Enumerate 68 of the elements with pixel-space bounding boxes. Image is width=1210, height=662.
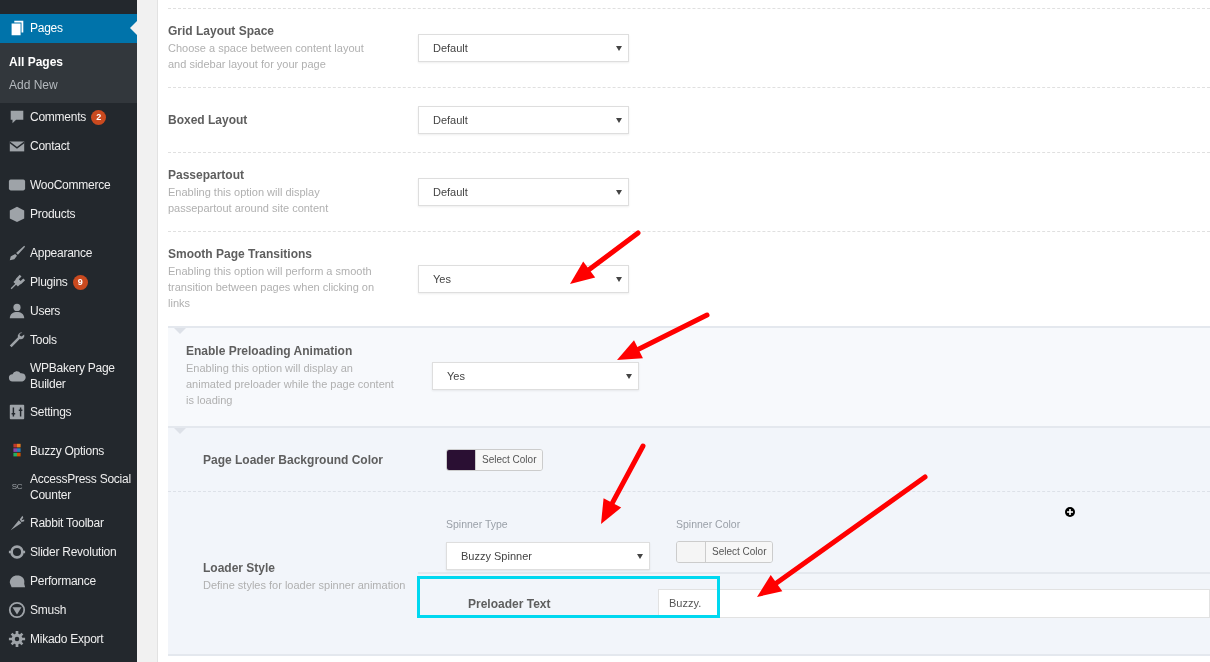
select-field[interactable]: Yes <box>432 362 639 390</box>
option-description: Enabling this option will display passepartout around site content <box>168 185 330 216</box>
blob-icon <box>8 572 26 590</box>
sidebar-item[interactable]: Tools <box>0 326 137 355</box>
cube-icon <box>8 205 26 223</box>
select-field[interactable]: Buzzy Spinner <box>446 542 650 570</box>
option-description: Enabling this option will display an animated preloader while the page content is loading <box>186 361 395 408</box>
field-label: Spinner Color <box>676 518 742 532</box>
plug-icon <box>8 273 26 291</box>
sidebar-item[interactable]: Smush <box>0 596 137 625</box>
triangle-circle-icon <box>8 601 26 619</box>
caret-icon <box>616 117 622 123</box>
select-color-button[interactable]: Select Color <box>706 542 773 562</box>
option-description: Choose a space between content layout and sidebar layout for your page <box>168 41 365 72</box>
field-label: Spinner Type <box>446 518 509 532</box>
count-badge: 2 <box>91 109 106 125</box>
sidebar-item[interactable]: Pages <box>0 14 137 43</box>
user-icon <box>8 302 26 320</box>
sidebar-item[interactable]: WPBakery Page Builder <box>0 355 137 398</box>
option-label: Enable Preloading Animation <box>186 344 354 358</box>
select-field[interactable]: Default <box>418 178 629 206</box>
cursor-icon <box>1065 507 1075 517</box>
badge-icon: SC <box>8 479 26 495</box>
caret-icon <box>616 189 622 195</box>
sidebar-item[interactable]: Comments 2 <box>0 103 137 132</box>
sidebar-item[interactable]: Mikado Export <box>0 625 137 654</box>
submenu-item[interactable]: Add New <box>0 73 137 96</box>
sidebar-item[interactable]: Appearance <box>0 239 137 268</box>
select-color-button[interactable]: Select Color <box>476 449 543 470</box>
sidebar-item[interactable]: Performance <box>0 567 137 596</box>
sidebar-item[interactable]: WooCommerce <box>0 171 137 200</box>
option-description: Enabling this option will perform a smooth transition between pages when clicking on links <box>168 264 376 311</box>
caret-icon <box>626 373 632 379</box>
count-badge: 9 <box>72 274 88 290</box>
sidebar-item[interactable]: Settings <box>0 398 137 427</box>
color-picker[interactable]: Select Color <box>446 448 544 471</box>
caret-icon <box>616 45 622 51</box>
caret-icon <box>637 553 643 559</box>
sidebar-item[interactable]: Contact <box>0 132 137 161</box>
option-label: Smooth Page Transitions <box>168 247 314 261</box>
color-swatch <box>677 542 706 562</box>
brush-icon <box>8 244 26 262</box>
text-field[interactable]: Buzzy. <box>658 589 1210 618</box>
select-field[interactable]: Yes <box>418 265 629 293</box>
submenu-item[interactable]: All Pages <box>0 50 137 73</box>
sidebar-item[interactable]: Plugins 9 <box>0 268 137 297</box>
sidebar-item[interactable]: Slider Revolution <box>0 538 137 567</box>
sidebar-item[interactable]: Products <box>0 200 137 229</box>
annotation-arrow <box>570 230 641 284</box>
option-label: Boxed Layout <box>168 113 249 127</box>
option-label: Passepartout <box>168 168 246 182</box>
color-picker[interactable]: Select Color <box>676 541 774 563</box>
option-label: Preloader Text <box>468 596 552 611</box>
option-label: Page Loader Background Color <box>203 452 385 467</box>
option-label: Grid Layout Space <box>168 24 276 38</box>
sidebar-item[interactable]: Buzzy Options <box>0 437 137 466</box>
select-field[interactable]: Default <box>418 34 629 62</box>
sidebar-item[interactable]: Users <box>0 297 137 326</box>
option-description: Define styles for loader spinner animation <box>203 578 407 593</box>
sidebar-item[interactable]: Rabbit Toolbar <box>0 509 137 538</box>
wrench-icon <box>8 331 26 349</box>
caret-icon <box>616 276 622 282</box>
sliders-icon <box>8 403 26 421</box>
carrot-icon <box>8 514 26 532</box>
select-field[interactable]: Default <box>418 106 629 134</box>
gear-icon <box>8 630 26 648</box>
ring-icon <box>8 543 26 561</box>
option-label: Loader Style <box>203 561 277 575</box>
